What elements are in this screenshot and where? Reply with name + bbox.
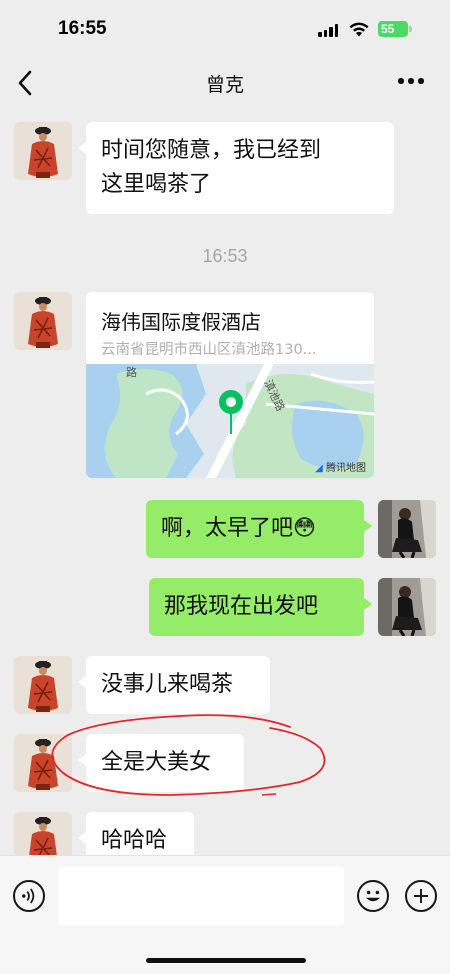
battery-indicator: 55 xyxy=(378,21,408,37)
message-bubble[interactable]: 时间您随意，我已经到 这里喝茶了 xyxy=(78,122,394,214)
message-bubble[interactable]: 啊，太早了吧😳 xyxy=(146,500,372,558)
location-card[interactable]: 海伟国际度假酒店 云南省昆明市西山区滇池路130... 滇池路 路 ◢ 腾讯地图 xyxy=(86,292,374,478)
home-indicator xyxy=(146,958,306,963)
user-avatar[interactable] xyxy=(378,578,436,636)
contact-avatar[interactable] xyxy=(14,292,72,350)
message-text: 没事儿来喝茶 xyxy=(101,672,234,697)
contact-avatar[interactable] xyxy=(14,734,72,792)
message-text: 哈哈哈 xyxy=(101,828,168,853)
message-text-line: 时间您随意，我已经到 xyxy=(101,138,322,163)
battery-tip xyxy=(409,26,412,32)
battery-level: 55 xyxy=(381,22,395,36)
message-input[interactable] xyxy=(58,866,344,926)
map-road-label: 路 xyxy=(126,366,137,379)
message-bubble[interactable]: 那我现在出发吧 xyxy=(149,578,372,636)
emoji-icon[interactable] xyxy=(357,880,389,912)
contact-avatar[interactable] xyxy=(14,122,72,180)
message-timestamp: 16:53 xyxy=(202,246,248,266)
more-icon[interactable] xyxy=(398,78,428,88)
location-title: 海伟国际度假酒店 xyxy=(101,310,261,334)
message-bubble[interactable]: 全是大美女 xyxy=(78,734,244,792)
plus-icon[interactable] xyxy=(405,880,437,912)
location-address: 云南省昆明市西山区滇池路130... xyxy=(101,342,317,358)
flushed-face-emoji: 😳 xyxy=(293,516,316,541)
cellular-signal-icon xyxy=(318,24,340,37)
voice-icon[interactable] xyxy=(13,880,45,912)
map-brand-label: ◢ 腾讯地图 xyxy=(315,463,366,474)
message-text: 那我现在出发吧 xyxy=(164,594,319,619)
chat-title: 曾克 xyxy=(205,74,244,96)
message-text-line: 这里喝茶了 xyxy=(101,172,212,197)
chat-header: 曾克 xyxy=(0,60,450,106)
message-text: 全是大美女 xyxy=(101,750,212,775)
status-time: 16:55 xyxy=(58,18,107,39)
status-bar: 16:55 55 xyxy=(0,0,450,60)
message-bubble[interactable]: 没事儿来喝茶 xyxy=(78,656,270,714)
message-text: 啊，太早了吧 xyxy=(161,516,294,541)
user-avatar[interactable] xyxy=(378,500,436,558)
composer-bar xyxy=(0,855,450,974)
wifi-icon xyxy=(349,22,369,37)
contact-avatar[interactable] xyxy=(14,656,72,714)
